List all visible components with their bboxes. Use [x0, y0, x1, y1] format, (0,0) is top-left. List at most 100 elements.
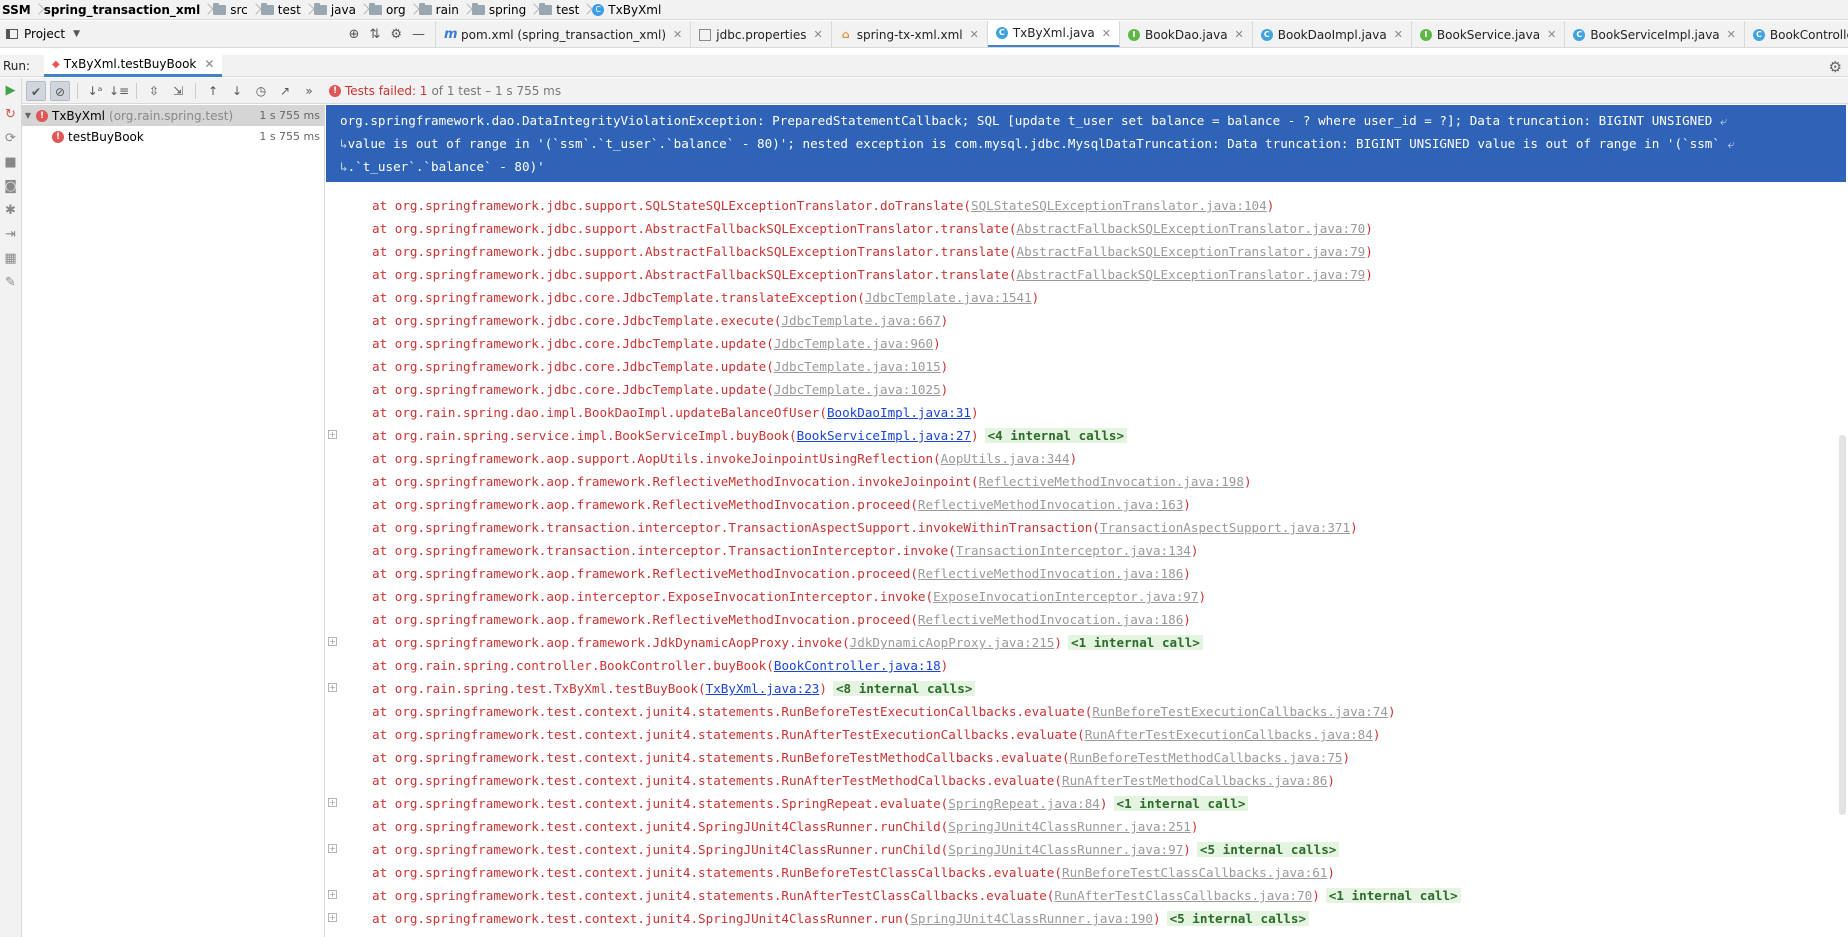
source-link[interactable]: SpringJUnit4ClassRunner.java:251: [948, 819, 1191, 834]
editor-tab[interactable]: ⌂ spring-tx-xml.xml ✕: [832, 21, 988, 47]
source-link[interactable]: AbstractFallbackSQLExceptionTranslator.j…: [1016, 267, 1365, 282]
run-config-tab[interactable]: ◆ TxByXml.testBuyBook ✕: [44, 54, 223, 77]
layout-icon[interactable]: ▦: [2, 250, 20, 268]
fold-icon[interactable]: +: [328, 798, 337, 807]
source-link[interactable]: TransactionAspectSupport.java:371: [1100, 520, 1350, 535]
editor-tab[interactable]: C BookServiceImpl.java ✕: [1565, 21, 1745, 47]
internal-calls-badge[interactable]: <4 internal calls>: [984, 428, 1128, 443]
show-ignored-icon[interactable]: ⊘: [50, 80, 70, 101]
editor-tab[interactable]: jdbc.properties ✕: [691, 21, 832, 47]
source-link[interactable]: JdbcTemplate.java:1541: [865, 290, 1032, 305]
next-failed-icon[interactable]: ↓: [227, 81, 247, 101]
source-link[interactable]: SQLStateSQLExceptionTranslator.java:104: [971, 198, 1267, 213]
export-icon[interactable]: ⇥: [2, 226, 20, 244]
fold-icon[interactable]: +: [328, 683, 337, 692]
source-link[interactable]: SpringJUnit4ClassRunner.java:190: [910, 911, 1153, 926]
collapse-all-icon[interactable]: ⇅: [369, 27, 380, 42]
chevron-down-icon[interactable]: ▼: [22, 111, 34, 120]
exception-message[interactable]: org.springframework.dao.DataIntegrityVio…: [326, 105, 1846, 182]
source-link[interactable]: AbstractFallbackSQLExceptionTranslator.j…: [1016, 221, 1365, 236]
editor-tab[interactable]: I BookService.java ✕: [1412, 21, 1566, 47]
source-link[interactable]: BookServiceImpl.java:27: [797, 428, 971, 443]
close-icon[interactable]: ✕: [813, 28, 822, 41]
close-icon[interactable]: ✕: [673, 28, 682, 41]
internal-calls-badge[interactable]: <1 internal call>: [1113, 796, 1249, 811]
editor-tab[interactable]: C TxByXml.java ✕: [987, 21, 1120, 47]
stop-icon[interactable]: ■: [2, 154, 20, 172]
show-passed-icon[interactable]: ✔: [26, 80, 46, 101]
breadcrumb-item[interactable]: spring_transaction_xml: [42, 0, 205, 19]
source-link[interactable]: SpringRepeat.java:84: [948, 796, 1100, 811]
camera-icon[interactable]: ◙: [2, 178, 20, 196]
source-link[interactable]: ReflectiveMethodInvocation.java:186: [918, 566, 1183, 581]
console-scrollbar[interactable]: [1839, 435, 1846, 815]
breadcrumb-item[interactable]: C TxByXml: [590, 0, 665, 19]
source-link[interactable]: TransactionInterceptor.java:134: [956, 543, 1191, 558]
more-icon[interactable]: »: [299, 81, 319, 101]
source-link[interactable]: AbstractFallbackSQLExceptionTranslator.j…: [1016, 244, 1365, 259]
rerun-failed-icon[interactable]: ↻: [2, 106, 20, 124]
breadcrumb-item[interactable]: spring: [470, 0, 530, 19]
pin-icon[interactable]: ✎: [2, 274, 20, 292]
settings-icon[interactable]: ⚙: [390, 27, 402, 42]
breadcrumb-item[interactable]: src: [211, 0, 252, 19]
close-icon[interactable]: ✕: [204, 57, 214, 71]
expand-all-icon[interactable]: ⇳: [144, 81, 164, 101]
previous-failed-icon[interactable]: ↑: [203, 81, 223, 101]
close-icon[interactable]: ✕: [1235, 28, 1244, 41]
editor-tab[interactable]: C BookDaoImpl.java ✕: [1253, 21, 1412, 47]
source-link[interactable]: JdbcTemplate.java:1025: [774, 382, 941, 397]
export-results-icon[interactable]: ↗: [275, 81, 295, 101]
source-link[interactable]: RunBeforeTestClassCallbacks.java:61: [1062, 865, 1327, 880]
source-link[interactable]: TxByXml.java:23: [706, 681, 820, 696]
internal-calls-badge[interactable]: <5 internal calls>: [1166, 911, 1310, 926]
source-link[interactable]: ExposeInvocationInterceptor.java:97: [933, 589, 1198, 604]
test-history-icon[interactable]: ◷: [251, 81, 271, 101]
source-link[interactable]: BookDaoImpl.java:31: [827, 405, 971, 420]
close-icon[interactable]: ✕: [1547, 28, 1556, 41]
close-icon[interactable]: ✕: [1727, 28, 1736, 41]
source-link[interactable]: AopUtils.java:344: [941, 451, 1070, 466]
fold-icon[interactable]: +: [328, 844, 337, 853]
source-link[interactable]: ReflectiveMethodInvocation.java:198: [979, 474, 1244, 489]
tree-node-class[interactable]: ▼ ! TxByXml (org.rain.spring.test) 1 s 7…: [22, 105, 324, 126]
sort-alphabetically-icon[interactable]: ↓ᵃ: [85, 81, 105, 101]
internal-calls-badge[interactable]: <1 internal call>: [1325, 888, 1461, 903]
source-link[interactable]: RunBeforeTestMethodCallbacks.java:75: [1070, 750, 1343, 765]
breadcrumb-item[interactable]: org: [367, 0, 410, 19]
source-link[interactable]: RunAfterTestMethodCallbacks.java:86: [1062, 773, 1327, 788]
breadcrumb-item[interactable]: SSM: [0, 0, 35, 19]
project-view-selector[interactable]: Project ▼: [0, 21, 90, 47]
fold-icon[interactable]: +: [328, 637, 337, 646]
close-icon[interactable]: ✕: [970, 28, 979, 41]
internal-calls-badge[interactable]: <5 internal calls>: [1196, 842, 1340, 857]
source-link[interactable]: JdbcTemplate.java:667: [781, 313, 940, 328]
source-link[interactable]: JdbcTemplate.java:1015: [774, 359, 941, 374]
editor-tab[interactable]: I BookDao.java ✕: [1120, 21, 1253, 47]
rerun-icon[interactable]: ▶: [2, 82, 20, 100]
hide-icon[interactable]: —: [412, 27, 425, 42]
source-link[interactable]: RunAfterTestExecutionCallbacks.java:84: [1085, 727, 1373, 742]
fold-icon[interactable]: +: [328, 890, 337, 899]
close-icon[interactable]: ✕: [1102, 27, 1111, 40]
editor-tab[interactable]: CBookController.java✕: [1745, 21, 1848, 47]
debug-icon[interactable]: ✱: [2, 202, 20, 220]
collapse-all-icon[interactable]: ⇲: [168, 81, 188, 101]
fold-icon[interactable]: +: [328, 913, 337, 922]
breadcrumb-item[interactable]: test: [259, 0, 305, 19]
source-link[interactable]: ReflectiveMethodInvocation.java:163: [918, 497, 1183, 512]
breadcrumb-item[interactable]: test: [537, 0, 583, 19]
source-link[interactable]: RunBeforeTestExecutionCallbacks.java:74: [1092, 704, 1388, 719]
source-link[interactable]: JdbcTemplate.java:960: [774, 336, 933, 351]
internal-calls-badge[interactable]: <8 internal calls>: [832, 681, 976, 696]
gear-icon[interactable]: ⚙: [1829, 58, 1842, 76]
breadcrumb-item[interactable]: java: [312, 0, 360, 19]
toggle-auto-test-icon[interactable]: ⟳: [2, 130, 20, 148]
tree-node-method[interactable]: ! testBuyBook 1 s 755 ms: [22, 126, 324, 147]
source-link[interactable]: BookController.java:18: [774, 658, 941, 673]
source-link[interactable]: ReflectiveMethodInvocation.java:186: [918, 612, 1183, 627]
sort-by-duration-icon[interactable]: ↓≡: [109, 81, 129, 101]
locate-icon[interactable]: ⊕: [349, 27, 360, 42]
source-link[interactable]: RunAfterTestClassCallbacks.java:70: [1054, 888, 1312, 903]
breadcrumb-item[interactable]: rain: [417, 0, 463, 19]
